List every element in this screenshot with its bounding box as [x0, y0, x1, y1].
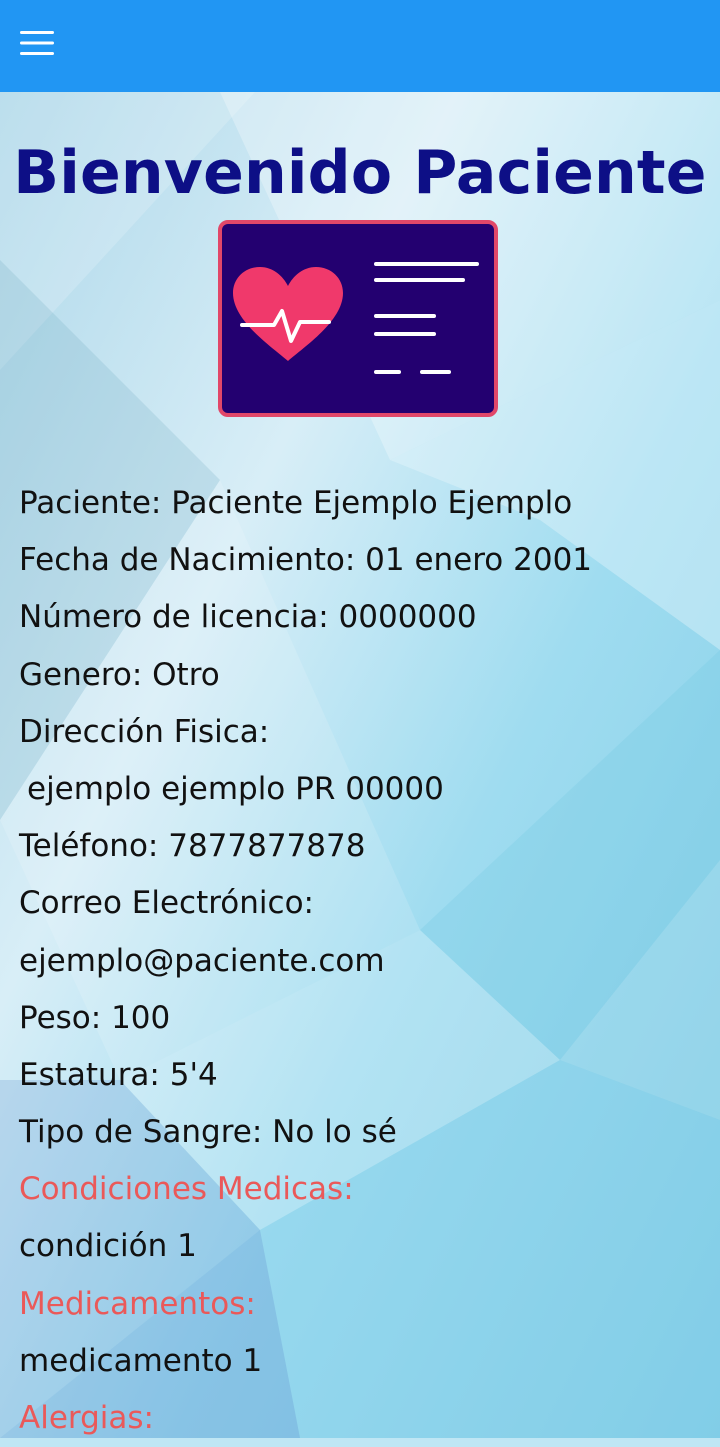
- email-value: ejemplo@paciente.com: [19, 942, 385, 979]
- medical-conditions-label: Condiciones Medicas:: [19, 1171, 354, 1208]
- birth-date-line: Fecha de Nacimiento: 01 enero 2001: [19, 542, 593, 579]
- weight-line: Peso: 100: [19, 999, 171, 1036]
- top-app-bar: [0, 0, 720, 92]
- patient-info: Paciente: Paciente Ejemplo Ejemplo Fecha…: [19, 475, 709, 1447]
- medications-label: Medicamentos:: [19, 1285, 256, 1322]
- allergies-label: Alergias:: [19, 1400, 154, 1436]
- address-label: Dirección Fisica:: [19, 713, 270, 750]
- medical-condition-item: condición 1: [19, 1228, 197, 1265]
- phone-line: Teléfono: 7877877878: [19, 828, 366, 865]
- medical-record-illustration: [218, 220, 498, 417]
- email-label: Correo Electrónico:: [19, 885, 314, 922]
- page-title: Bienvenido Paciente: [13, 138, 707, 209]
- patient-dashboard: Bienvenido Paciente Paciente: Paciente E…: [0, 92, 720, 1438]
- menu-button[interactable]: [20, 20, 78, 66]
- address-value: ejemplo ejemplo PR 00000: [27, 770, 444, 807]
- height-line: Estatura: 5'4: [19, 1056, 218, 1093]
- blood-type-line: Tipo de Sangre: No lo sé: [19, 1114, 397, 1151]
- patient-name-line: Paciente: Paciente Ejemplo Ejemplo: [19, 485, 573, 521]
- license-number-line: Número de licencia: 0000000: [19, 599, 477, 636]
- gender-line: Genero: Otro: [19, 656, 220, 693]
- medication-item: medicamento 1: [19, 1342, 263, 1379]
- medical-record-heart-icon: [218, 220, 498, 417]
- hamburger-menu-icon: [20, 31, 54, 55]
